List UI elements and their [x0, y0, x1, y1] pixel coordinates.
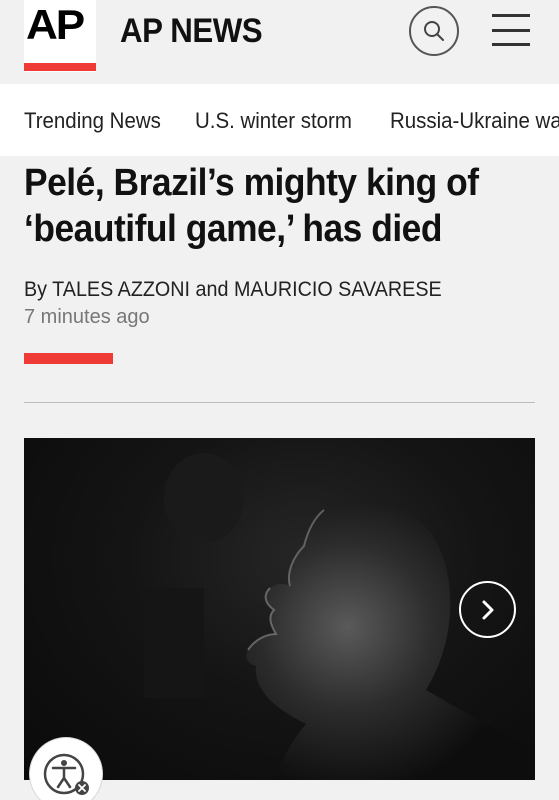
hamburger-menu-icon: [492, 14, 530, 17]
hamburger-menu-icon-line: [492, 43, 530, 46]
accent-bar: [24, 353, 113, 364]
next-image-button[interactable]: [459, 581, 516, 638]
article-timestamp: 7 minutes ago: [24, 306, 150, 328]
author-link-1[interactable]: TALES AZZONI: [52, 278, 190, 301]
accessibility-icon: [43, 753, 89, 795]
trending-nav: Trending News U.S. winter storm Russia-U…: [0, 84, 559, 156]
byline-prefix: By: [24, 278, 48, 301]
trending-item-russia-ukraine[interactable]: Russia-Ukraine wa: [390, 108, 559, 134]
logo-text: AP: [26, 1, 85, 48]
divider: [24, 402, 535, 403]
search-icon: [424, 21, 444, 41]
author-link-2[interactable]: MAURICIO SAVARESE: [234, 278, 442, 301]
byline-joiner: and: [195, 278, 229, 301]
brand-name[interactable]: AP NEWS: [120, 12, 263, 51]
page: AP AP NEWS Trending News U.S. winter sto…: [0, 0, 559, 800]
hamburger-menu-icon-line: [492, 28, 530, 32]
ap-logo[interactable]: AP: [24, 0, 96, 72]
logo-accent-bar: [24, 63, 96, 71]
search-button[interactable]: [409, 6, 459, 56]
chevron-right-icon: [482, 600, 493, 619]
accessibility-button[interactable]: [30, 738, 102, 800]
site-header: AP AP NEWS: [0, 0, 559, 84]
menu-button[interactable]: [492, 14, 530, 46]
trending-item-trending-news[interactable]: Trending News: [24, 108, 161, 134]
byline: By TALES AZZONI and MAURICIO SAVARESE: [24, 278, 442, 302]
article-headline: Pelé, Brazil’s mighty king of ‘beautiful…: [24, 162, 479, 250]
trending-item-us-winter-storm[interactable]: U.S. winter storm: [195, 108, 352, 134]
